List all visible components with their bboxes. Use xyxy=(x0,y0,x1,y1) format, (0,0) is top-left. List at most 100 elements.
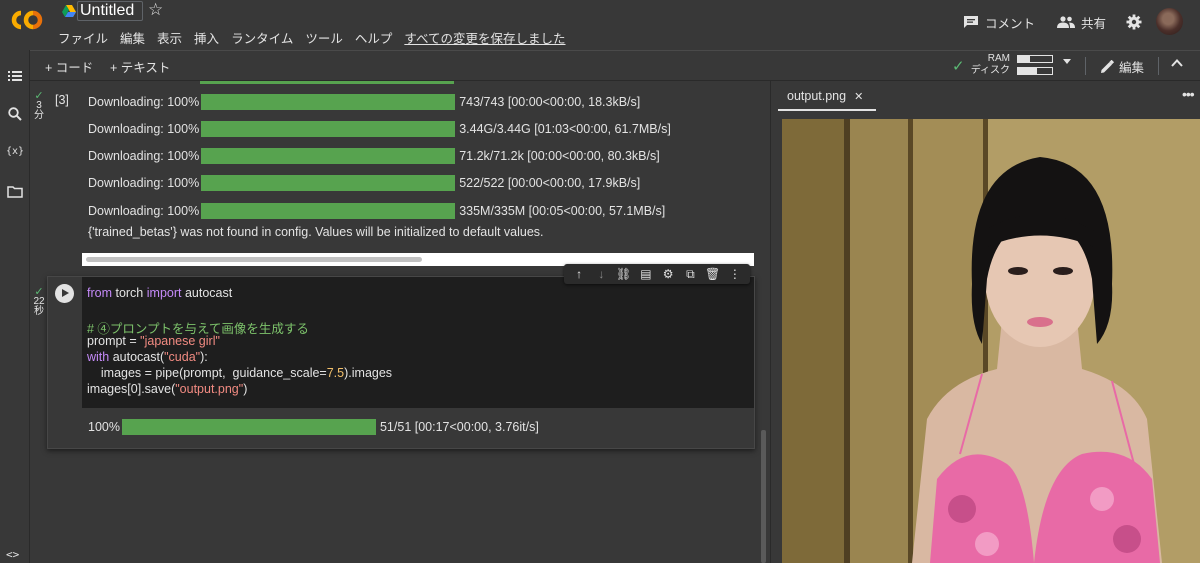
delete-icon[interactable]: 🗑 xyxy=(705,264,721,284)
add-code-button[interactable]: + コード xyxy=(45,57,93,76)
progress-bar xyxy=(121,419,376,435)
output-line: Downloading: 100% 71.2k/71.2k [00:00<00:… xyxy=(88,147,660,165)
app-header: Untitled ☆ ファイル 編集 表示 挿入 ランタイム ツール ヘルプ す… xyxy=(0,0,1200,50)
disk-label: ディスク xyxy=(970,65,1010,76)
folder-icon[interactable] xyxy=(7,184,23,200)
drive-icon xyxy=(62,5,76,17)
close-icon[interactable]: ✕ xyxy=(854,90,863,103)
output-stats: 51/51 [00:17<00:00, 3.76it/s] xyxy=(379,420,539,434)
connected-check-icon: ✓ xyxy=(952,58,965,75)
menu-tools[interactable]: ツール xyxy=(305,28,343,46)
gear-icon[interactable] xyxy=(1126,14,1142,30)
notebook-scrollbar-thumb[interactable] xyxy=(761,430,766,563)
output-label: Downloading: 100% xyxy=(88,149,200,163)
output-stats: 522/522 [00:00<00:00, 17.9kB/s] xyxy=(459,176,641,190)
output-line: 100% 51/51 [00:17<00:00, 3.76it/s] xyxy=(88,418,539,436)
add-text-button[interactable]: + テキスト xyxy=(110,57,170,76)
run-cell-button[interactable] xyxy=(55,284,74,303)
output-label: 100% xyxy=(88,420,120,434)
share-button[interactable]: 共有 xyxy=(1057,13,1106,32)
cell-1-status: ✓ 3 分 xyxy=(31,91,47,121)
chevron-up-icon[interactable] xyxy=(1170,56,1184,70)
search-icon[interactable] xyxy=(7,106,23,122)
output-stats: 335M/335M [00:05<00:00, 57.1MB/s] xyxy=(459,204,666,218)
mirror-cell-icon[interactable]: ⧉ xyxy=(682,264,698,284)
pencil-icon xyxy=(1101,59,1114,73)
star-icon[interactable]: ☆ xyxy=(148,0,163,20)
more-vert-icon[interactable]: ⋮ xyxy=(727,264,743,284)
gear-icon[interactable]: ⚙ xyxy=(660,264,676,284)
comment-icon xyxy=(964,16,978,28)
menu-runtime[interactable]: ランタイム xyxy=(231,28,293,46)
toolbar-divider xyxy=(1085,57,1086,75)
output-stats: 71.2k/71.2k [00:00<00:00, 80.3kB/s] xyxy=(459,149,660,163)
progress-bar xyxy=(201,121,456,137)
colab-logo[interactable] xyxy=(8,8,46,32)
code-line-7: images[0].save("output.png") xyxy=(87,382,248,396)
progress-bar xyxy=(201,203,456,219)
notebook-toolbar: + コード + テキスト ✓ RAM ディスク 編集 xyxy=(30,50,1200,81)
more-icon[interactable]: ••• xyxy=(1182,86,1195,102)
ram-bar xyxy=(1017,55,1053,63)
code-snippets-icon[interactable]: <> xyxy=(6,548,22,563)
output-label: Downloading: 100% xyxy=(88,204,200,218)
code-line-1: from torch import autocast xyxy=(87,286,233,300)
progress-bar xyxy=(201,94,456,110)
tab-label: output.png xyxy=(787,89,847,103)
output-line: Downloading: 100% 3.44G/3.44G [01:03<00:… xyxy=(88,120,671,138)
tab-output-png[interactable]: output.png ✕ xyxy=(778,85,863,107)
warning-text: {'trained_betas'} was not found in confi… xyxy=(88,225,544,239)
left-rail: {x} <> xyxy=(0,50,30,563)
resource-labels[interactable]: RAM ディスク xyxy=(970,53,1010,77)
output-line: Downloading: 100% 743/743 [00:00<00:00, … xyxy=(88,93,640,111)
move-down-icon[interactable]: ↓ xyxy=(593,264,609,284)
cell-1-exec-count: [3] xyxy=(55,93,69,107)
menu-file[interactable]: ファイル xyxy=(58,28,108,46)
code-line-4: prompt = "japanese girl" xyxy=(87,334,220,348)
saved-status-link[interactable]: すべての変更を保存しました xyxy=(404,28,565,46)
progress-bar xyxy=(201,148,456,164)
resource-dropdown-icon[interactable] xyxy=(1063,59,1071,64)
link-icon[interactable]: ⛓ xyxy=(616,264,632,284)
code-line-6: images = pipe(prompt, guidance_scale=7.5… xyxy=(87,366,393,380)
disk-bar xyxy=(1017,67,1053,75)
menu-help[interactable]: ヘルプ xyxy=(355,28,393,46)
code-line-5: with autocast("cuda"): xyxy=(87,350,208,364)
notebook-title[interactable]: Untitled xyxy=(77,1,143,21)
output-stats: 3.44G/3.44G [01:03<00:00, 61.7MB/s] xyxy=(459,122,671,136)
cell-toolbar: ↑ ↓ ⛓ ▤ ⚙ ⧉ 🗑 ⋮ xyxy=(564,264,750,284)
toolbar-divider xyxy=(1158,57,1159,75)
ram-label: RAM xyxy=(987,53,1010,64)
tab-active-indicator xyxy=(778,109,876,111)
output-label: Downloading: 100% xyxy=(88,95,200,109)
avatar[interactable] xyxy=(1156,8,1183,35)
progress-bar-partial xyxy=(200,81,454,84)
output-label: Downloading: 100% xyxy=(88,122,200,136)
header-actions: コメント 共有 xyxy=(963,12,1142,32)
progress-bar xyxy=(201,175,456,191)
output-stats: 743/743 [00:00<00:00, 18.3kB/s] xyxy=(459,95,641,109)
disk-bar-fill xyxy=(1018,68,1037,74)
comment-button[interactable]: コメント xyxy=(963,13,1035,32)
share-label: 共有 xyxy=(1081,16,1107,31)
edit-mode-button[interactable]: 編集 xyxy=(1100,57,1144,76)
output-label: Downloading: 100% xyxy=(88,176,200,190)
toc-icon[interactable] xyxy=(7,68,23,84)
comment-label: コメント xyxy=(985,16,1036,31)
menu-view[interactable]: 表示 xyxy=(157,28,182,46)
menu-bar: ファイル 編集 表示 挿入 ランタイム ツール ヘルプ すべての変更を保存しまし… xyxy=(58,28,578,46)
output-line: Downloading: 100% 335M/335M [00:05<00:00… xyxy=(88,202,665,220)
comment-icon[interactable]: ▤ xyxy=(638,264,654,284)
cell-2-exec-unit: 秒 xyxy=(34,306,44,317)
output-image xyxy=(782,119,1200,563)
ram-bar-fill xyxy=(1018,56,1030,62)
cell-2-status: ✓ 22 秒 xyxy=(31,287,47,317)
people-icon xyxy=(1057,16,1076,28)
menu-insert[interactable]: 挿入 xyxy=(194,28,219,46)
output-line: Downloading: 100% 522/522 [00:00<00:00, … xyxy=(88,174,640,192)
variables-icon[interactable]: {x} xyxy=(6,146,24,162)
output-scrollbar-thumb[interactable] xyxy=(86,257,422,262)
menu-edit[interactable]: 編集 xyxy=(120,28,145,46)
cell-1-exec-unit: 分 xyxy=(34,110,44,121)
move-up-icon[interactable]: ↑ xyxy=(571,264,587,284)
